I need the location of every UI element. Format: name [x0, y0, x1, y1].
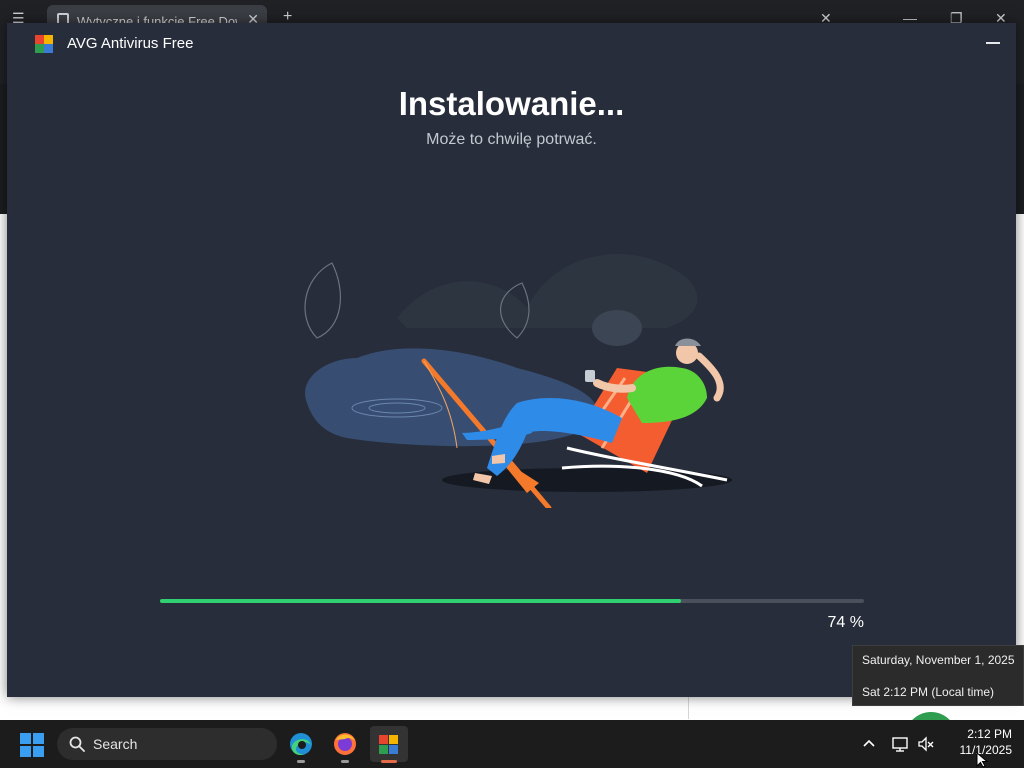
avg-installer-icon [379, 735, 398, 754]
tooltip-full-date: Saturday, November 1, 2025 [862, 653, 1015, 667]
tooltip-local-time: Sat 2:12 PM (Local time) [862, 685, 995, 699]
start-button[interactable] [20, 733, 44, 757]
taskbar-edge[interactable] [282, 726, 320, 763]
install-progress-fill [160, 599, 681, 603]
clock-tooltip: Saturday, November 1, 2025 Sat 2:12 PM (… [852, 645, 1024, 706]
clock-time: 2:12 PM [967, 727, 1012, 741]
firefox-running-indicator [341, 760, 349, 763]
install-progress-percent: 74 % [827, 614, 864, 631]
installer-title-bar: AVG Antivirus Free [7, 23, 1016, 63]
firefox-icon [334, 733, 356, 755]
edge-icon [290, 733, 312, 756]
taskbar-firefox[interactable] [326, 726, 364, 763]
taskbar-search[interactable]: Search [57, 728, 277, 760]
minimize-button[interactable] [984, 33, 1002, 51]
installer-window: AVG Antivirus Free Instalowanie... Może … [7, 23, 1016, 697]
avg-installer-active-indicator [381, 760, 397, 763]
volume-muted-icon[interactable] [917, 735, 935, 753]
mouse-cursor-icon [976, 752, 989, 768]
edge-running-indicator [297, 760, 305, 763]
avg-logo-icon [35, 35, 53, 53]
network-icon[interactable] [891, 735, 909, 753]
background-divider [688, 697, 689, 719]
app-title: AVG Antivirus Free [67, 35, 194, 52]
taskbar-avg-installer[interactable] [370, 726, 408, 763]
relaxing-fisherman-illustration [304, 254, 732, 508]
chevron-up-icon[interactable] [861, 736, 877, 752]
install-progress-bar [160, 599, 864, 603]
taskbar: Search 2:12 PM 11/1/2025 [0, 720, 1024, 768]
search-label: Search [93, 736, 138, 752]
search-icon [69, 736, 85, 752]
page-title: Instalowanie... [398, 85, 625, 122]
page-subtitle: Może to chwilę potrwać. [426, 131, 597, 148]
